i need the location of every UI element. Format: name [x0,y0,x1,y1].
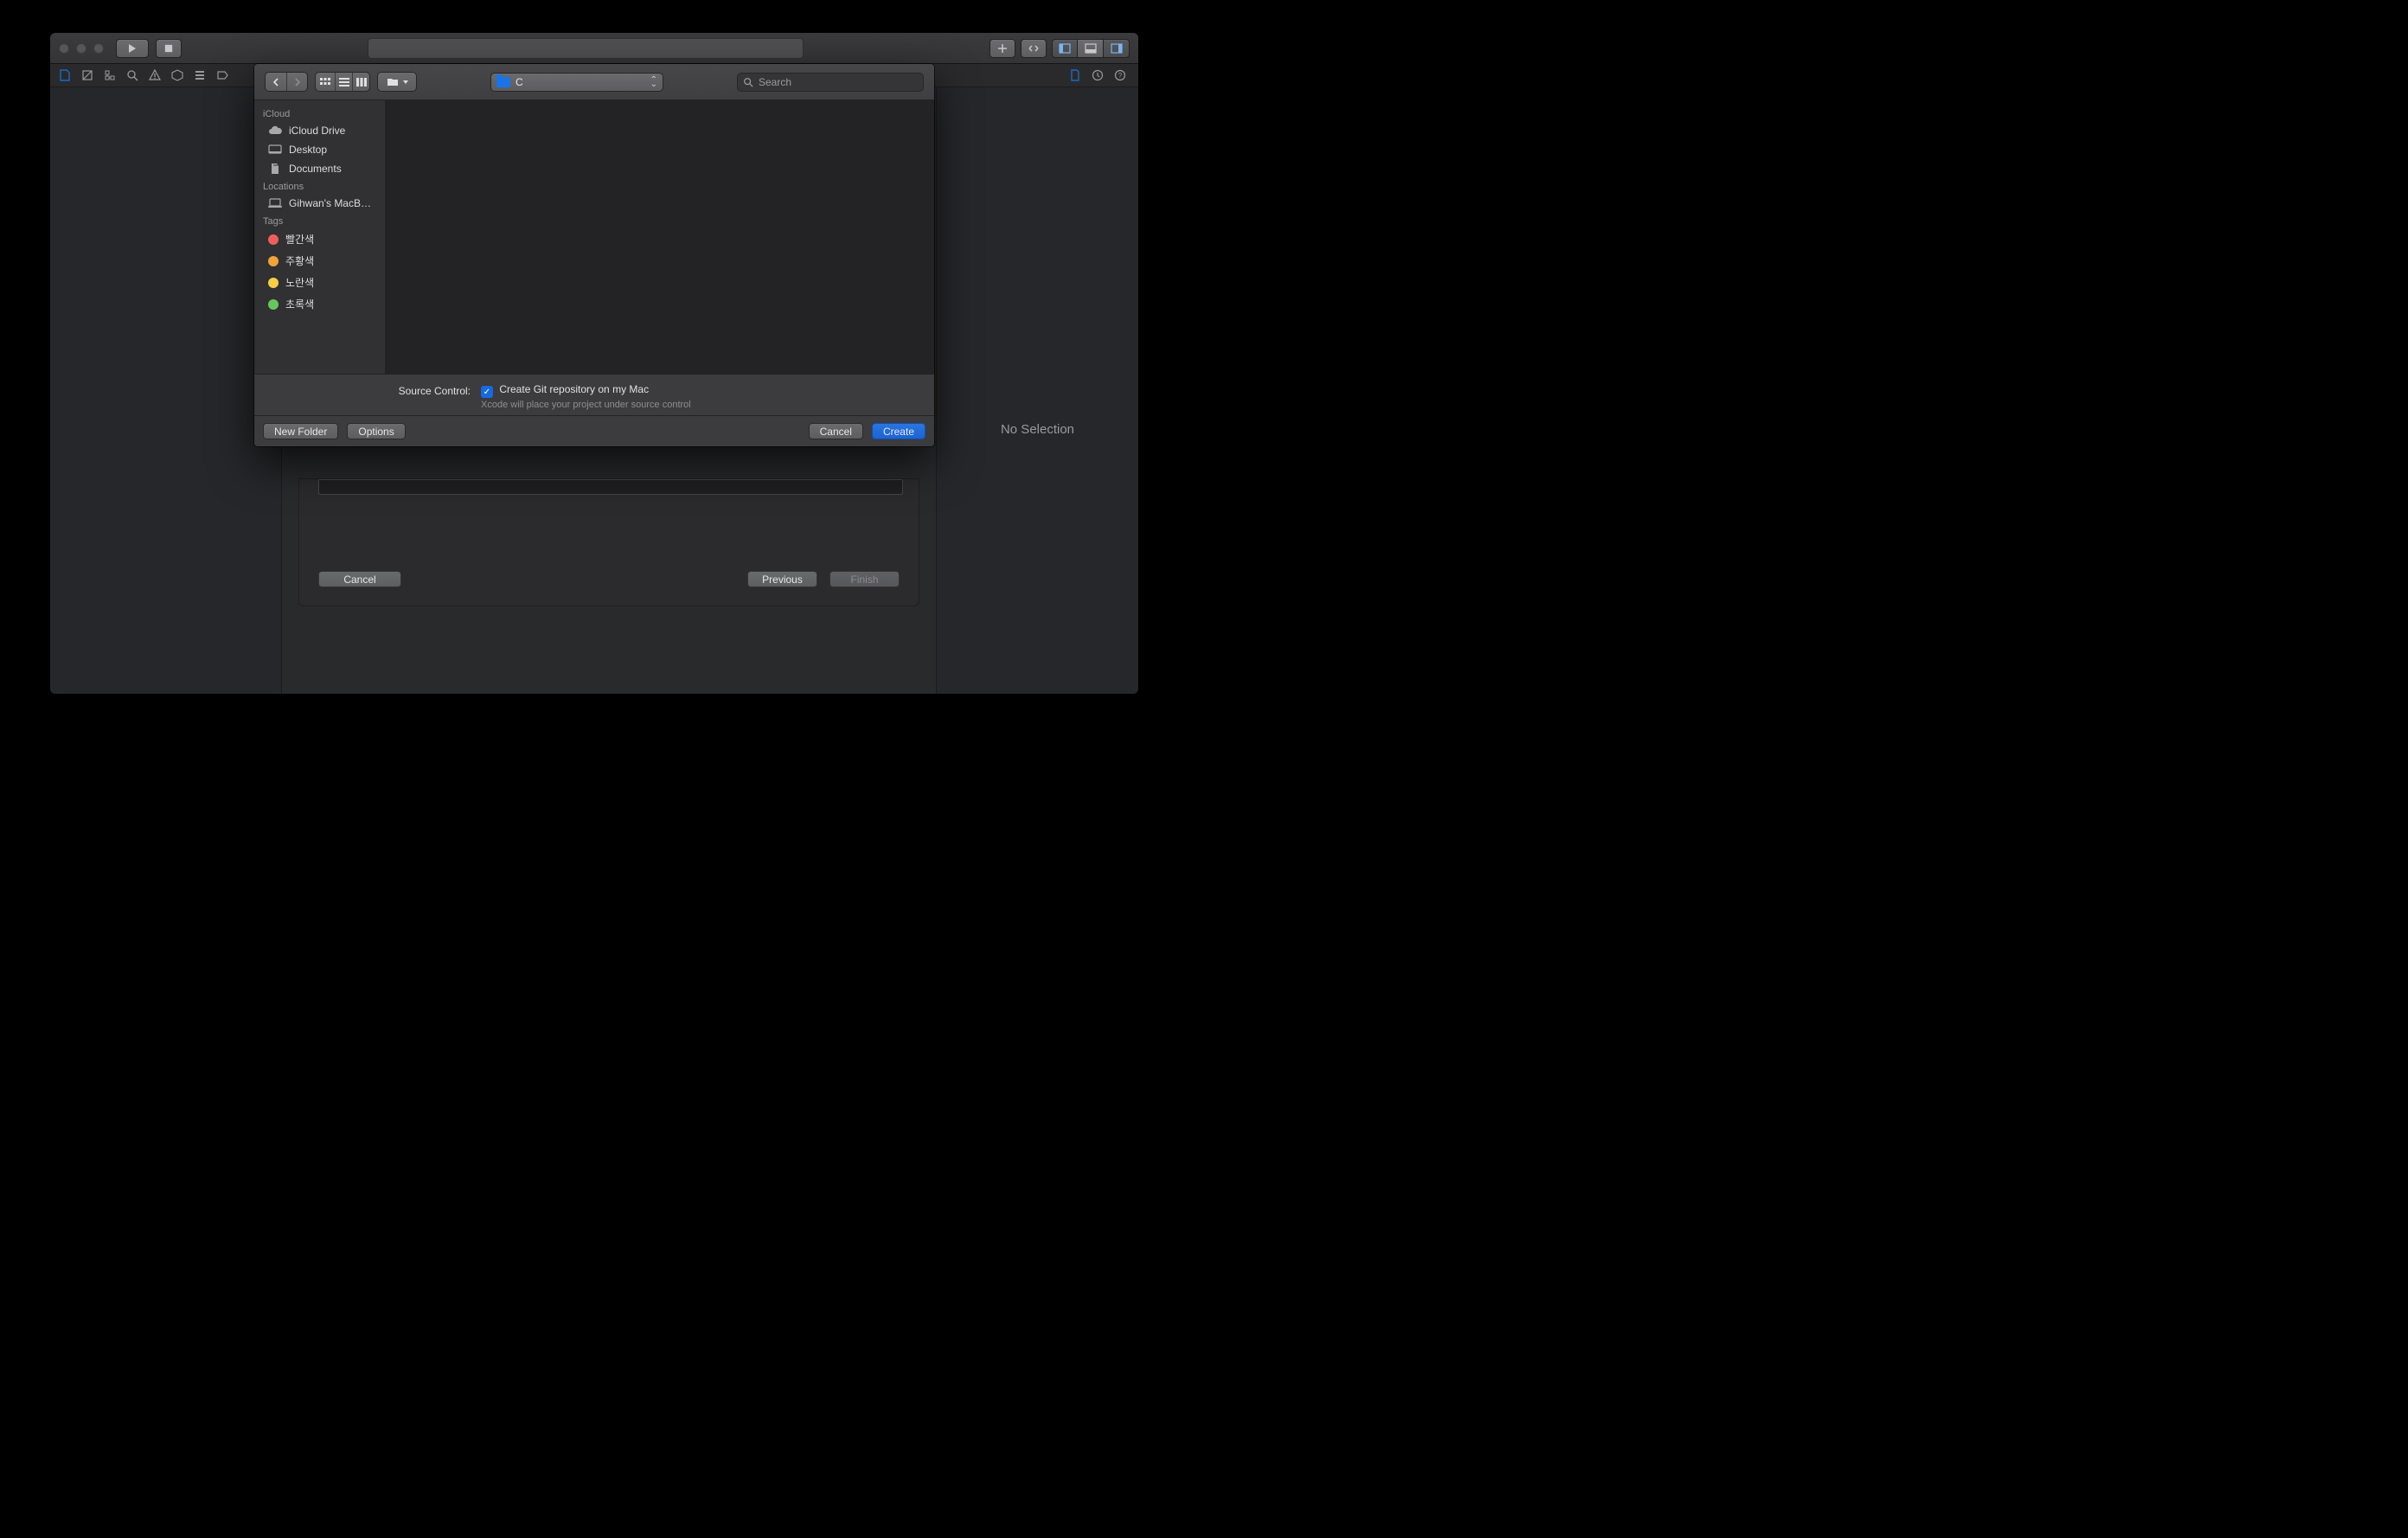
path-popup[interactable]: C ⌃⌄ [490,73,663,92]
forward-button [286,73,307,91]
window-controls [59,43,104,54]
chevrons-icon: ⌃⌄ [650,78,657,87]
folder-icon [496,77,510,87]
desktop-icon [268,144,282,155]
group-by-button[interactable] [377,72,417,92]
cancel-button[interactable]: Cancel [809,423,863,439]
nav-history-segment [265,72,308,92]
history-inspector-icon[interactable] [1088,66,1107,85]
back-button[interactable] [266,73,286,91]
checkmark-icon [481,386,493,398]
issue-navigator-icon[interactable] [145,66,164,85]
search-icon [743,77,753,87]
help-inspector-icon[interactable]: ? [1111,66,1130,85]
zoom-window-button[interactable] [93,43,104,54]
sidebar-group-header: Locations [254,178,385,194]
source-control-label: Source Control: [272,383,471,397]
sidebar-item[interactable]: 초록색 [254,293,385,315]
sidebar-item[interactable]: 빨간색 [254,228,385,250]
inspector-panel: No Selection [936,87,1138,694]
path-label: C [516,76,523,88]
titlebar [50,33,1138,64]
tag-dot-icon [268,234,279,245]
test-navigator-icon[interactable] [168,66,187,85]
sidebar-item[interactable]: 노란색 [254,272,385,293]
wizard-finish-button: Finish [829,571,900,587]
project-navigator-icon[interactable] [55,66,74,85]
source-control-navigator-icon[interactable] [78,66,97,85]
breakpoint-navigator-icon[interactable] [213,66,232,85]
wizard-previous-button[interactable]: Previous [747,571,817,587]
activity-status-bar[interactable] [368,38,804,59]
sidebar-item-label: iCloud Drive [289,125,345,137]
save-panel-browser[interactable] [386,100,934,374]
no-selection-label: No Selection [1001,422,1074,437]
stop-button[interactable] [156,39,182,58]
run-button[interactable] [116,39,149,58]
sidebar-item-label: 초록색 [285,297,314,311]
cloud-icon [268,125,282,136]
debug-navigator-icon[interactable] [190,66,209,85]
toggle-inspector-button[interactable] [1104,39,1130,58]
sidebar-item[interactable]: Desktop [254,140,385,159]
save-panel: C ⌃⌄ Search iCloud iCloud Drive Desktop Doc… [254,64,934,446]
symbol-navigator-icon[interactable] [100,66,119,85]
sidebar-group-header: iCloud [254,106,385,121]
sidebar-item-label: Desktop [289,144,327,156]
save-panel-footer: New Folder Options Cancel Create [254,415,934,446]
toggle-debug-area-button[interactable] [1078,39,1104,58]
list-view-button[interactable] [335,73,352,91]
wizard-cancel-button[interactable]: Cancel [318,571,401,587]
file-inspector-icon[interactable] [1066,66,1085,85]
svg-text:?: ? [1118,72,1123,80]
save-panel-toolbar: C ⌃⌄ Search [254,64,934,100]
view-mode-segment [315,72,370,92]
options-button[interactable]: Options [347,423,405,439]
sidebar-item[interactable]: Gihwan's MacB… [254,194,385,213]
sidebar-item-label: 주황색 [285,253,314,268]
column-view-button[interactable] [352,73,369,91]
wizard-text-field[interactable] [318,479,903,495]
find-navigator-icon[interactable] [123,66,142,85]
source-control-hint: Xcode will place your project under sour… [481,400,691,410]
sidebar-item[interactable]: Documents [254,159,385,178]
git-checkbox[interactable]: Create Git repository on my Mac [481,383,649,395]
code-review-button[interactable] [1021,39,1047,58]
tag-dot-icon [268,278,279,288]
sidebar-item-label: Gihwan's MacB… [289,197,371,209]
close-window-button[interactable] [59,43,69,54]
tag-dot-icon [268,256,279,266]
sidebar-item[interactable]: iCloud Drive [254,121,385,140]
project-navigator[interactable] [50,87,282,694]
documents-icon [268,163,282,174]
sidebar-item-label: 노란색 [285,275,314,290]
source-control-option: Source Control: Create Git repository on… [254,374,934,416]
save-panel-sidebar[interactable]: iCloud iCloud Drive Desktop Documents Locati… [254,100,386,374]
laptop-icon [268,198,282,208]
library-button[interactable] [989,39,1015,58]
toggle-navigator-button[interactable] [1052,39,1078,58]
sidebar-item[interactable]: 주황색 [254,250,385,272]
search-placeholder: Search [759,76,791,88]
minimize-window-button[interactable] [76,43,86,54]
create-button[interactable]: Create [872,423,925,439]
sidebar-group-header: Tags [254,213,385,228]
new-project-wizard-sheet: Cancel Previous Finish [298,478,919,606]
search-field[interactable]: Search [737,73,924,92]
icon-view-button[interactable] [316,73,335,91]
sidebar-item-label: 빨간색 [285,232,314,247]
sidebar-item-label: Documents [289,163,342,175]
new-folder-button[interactable]: New Folder [263,423,338,439]
tag-dot-icon [268,299,279,310]
